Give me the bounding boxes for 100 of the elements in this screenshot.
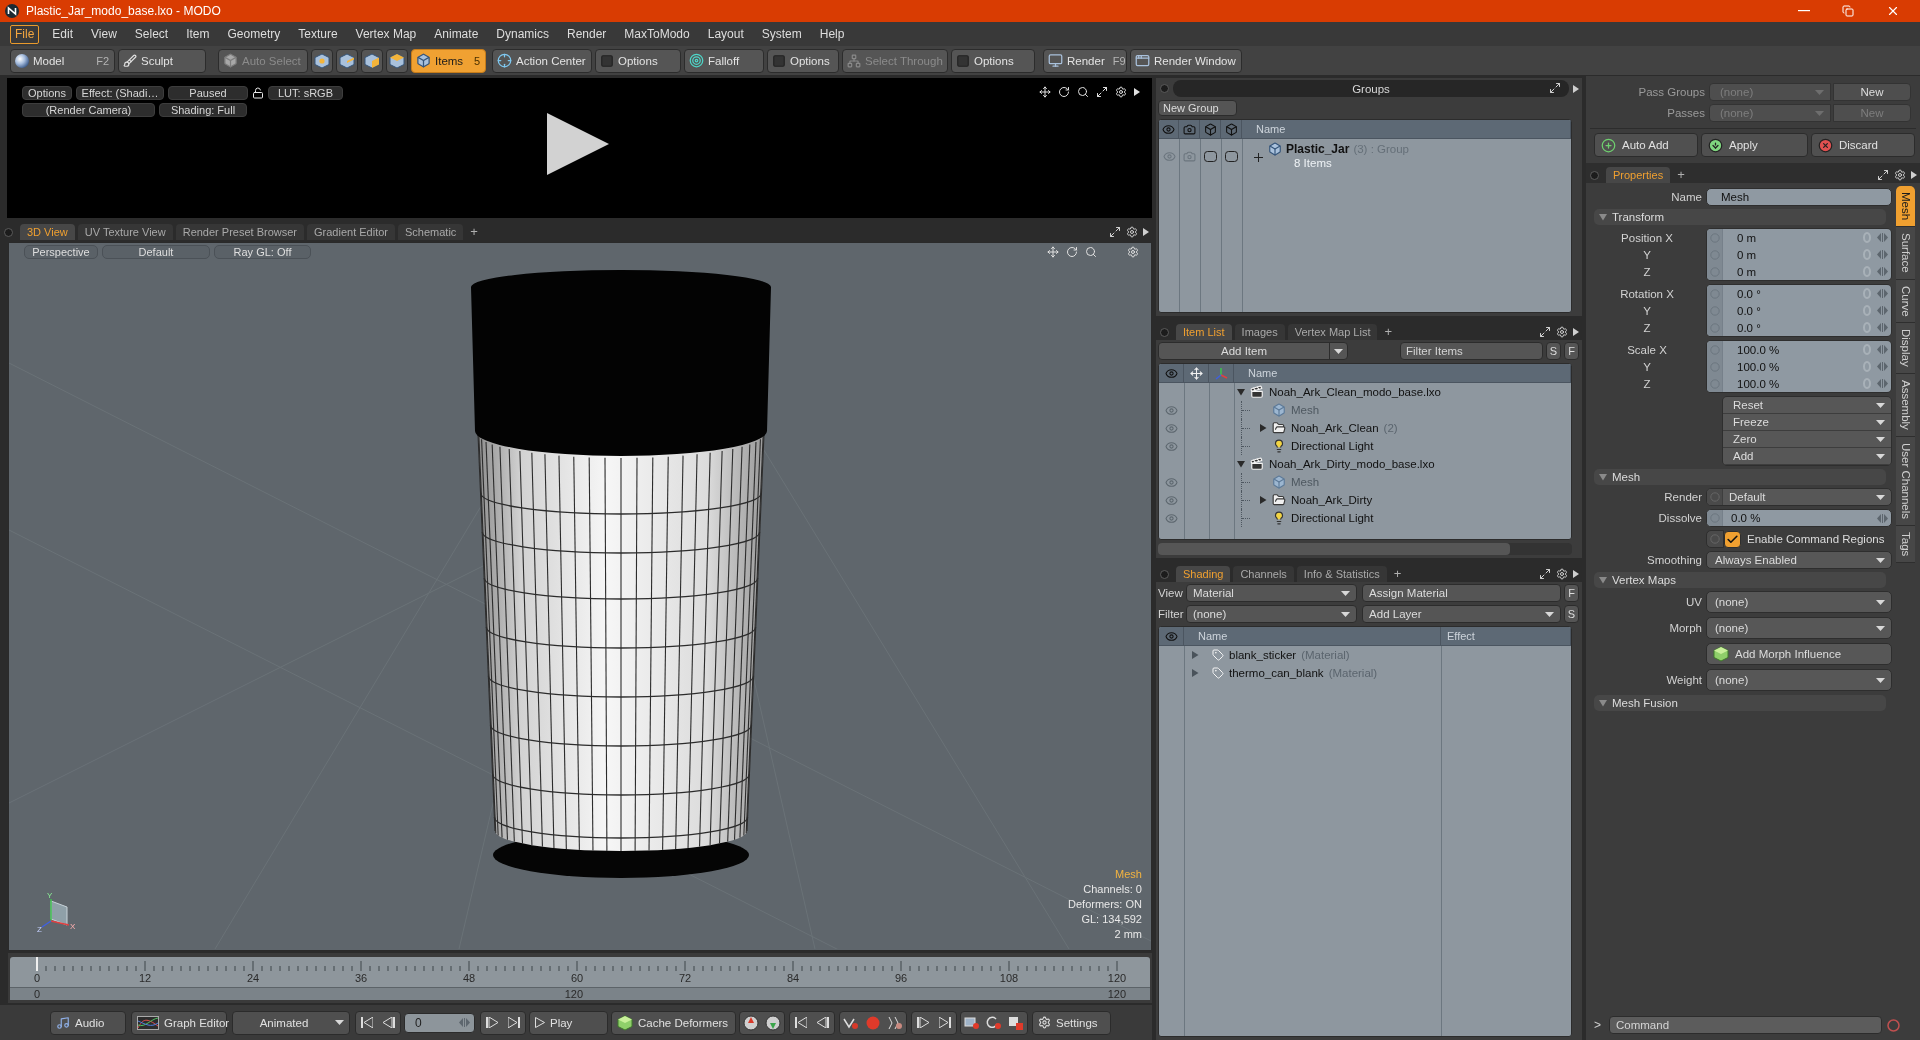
panel-tab[interactable]: Properties: [1606, 167, 1671, 183]
dropdown-field[interactable]: (none): [1706, 591, 1892, 613]
caret-down-icon[interactable]: [1599, 473, 1607, 481]
side-tab[interactable]: Surface: [1896, 227, 1915, 280]
panel-tab[interactable]: Item List: [1176, 324, 1232, 340]
toolbar-button[interactable]: Falloff: [684, 48, 764, 73]
side-tab[interactable]: Assembly: [1896, 374, 1915, 438]
viewport-option-button[interactable]: Default: [102, 245, 210, 259]
item-label[interactable]: Directional Light: [1291, 440, 1374, 452]
panel-menu-icon[interactable]: [1160, 569, 1169, 579]
settings-button[interactable]: Settings: [1032, 1010, 1111, 1035]
toolbar-button[interactable]: Options: [951, 48, 1035, 73]
menu-item[interactable]: Select: [129, 24, 174, 44]
menu-dropdown[interactable]: Reset: [1723, 397, 1891, 414]
panel-tab[interactable]: Render Preset Browser: [175, 224, 304, 240]
panel-menu-icon[interactable]: [1160, 84, 1169, 93]
add-layer-dropdown[interactable]: Add Layer: [1362, 605, 1562, 623]
restore-button[interactable]: [1842, 4, 1854, 18]
new-group-button[interactable]: New Group: [1158, 100, 1237, 116]
section-header[interactable]: Mesh: [1594, 469, 1886, 485]
preview-button[interactable]: Paused: [168, 86, 248, 100]
toolbar-button[interactable]: Model F2: [10, 48, 115, 73]
panel-tab[interactable]: Vertex Map List: [1287, 324, 1378, 340]
preview-button[interactable]: (Render Camera): [22, 103, 155, 117]
number-field[interactable]: 0.0 %: [1706, 509, 1892, 527]
maximize-icon[interactable]: [1109, 226, 1121, 238]
number-field[interactable]: 0 m: [1707, 229, 1891, 246]
panel-tab[interactable]: Gradient Editor: [307, 224, 395, 240]
triangle-right-icon[interactable]: [1573, 570, 1579, 578]
close-button[interactable]: [1886, 4, 1900, 18]
preview-button[interactable]: Shading: Full: [159, 103, 247, 117]
mode-dropdown[interactable]: Animated: [232, 1010, 350, 1035]
preview-button[interactable]: Options: [22, 86, 72, 100]
option-button[interactable]: S: [1564, 605, 1579, 623]
range-bar[interactable]: 0 120 120: [10, 987, 1150, 1000]
add-morph-button[interactable]: Add Morph Influence: [1706, 643, 1892, 665]
menu-item[interactable]: Dynamics: [491, 24, 554, 44]
item-row[interactable]: Directional Light: [1159, 509, 1571, 527]
checkbox[interactable]: [1724, 530, 1741, 548]
menu-item[interactable]: Geometry: [222, 24, 286, 44]
settings-icon[interactable]: [1126, 226, 1138, 238]
left-right-arrows-icon[interactable]: [1877, 323, 1888, 332]
menu-item[interactable]: Help: [814, 24, 850, 44]
command-field[interactable]: Command: [1609, 1016, 1882, 1034]
toggle-icon[interactable]: [1225, 150, 1238, 162]
left-right-arrows-icon[interactable]: [1877, 379, 1888, 388]
caret-down-icon[interactable]: [1237, 388, 1245, 396]
side-tab[interactable]: Curve: [1896, 279, 1915, 324]
dropdown-field[interactable]: (none): [1706, 617, 1892, 639]
menu-item[interactable]: Texture: [293, 24, 343, 44]
dropdown-field[interactable]: (none): [1706, 669, 1892, 691]
settings-icon[interactable]: [1894, 169, 1906, 181]
toolbar-button[interactable]: Render Window: [1130, 48, 1242, 73]
view-dropdown[interactable]: Material: [1186, 584, 1358, 602]
caret-right-icon[interactable]: [1259, 496, 1267, 504]
triangle-right-icon[interactable]: [1573, 328, 1579, 336]
settings-icon[interactable]: [1556, 568, 1568, 580]
left-right-arrows-icon[interactable]: [1877, 345, 1888, 354]
add-tab-button[interactable]: +: [1380, 324, 1397, 340]
panel-menu-icon[interactable]: [4, 227, 13, 237]
eye-icon[interactable]: [1164, 366, 1178, 380]
section-header[interactable]: Mesh Fusion: [1594, 695, 1886, 711]
number-field[interactable]: 100.0 %: [1707, 358, 1891, 375]
cube-icon[interactable]: [1203, 122, 1217, 136]
assign-material-button[interactable]: Assign Material: [1362, 584, 1562, 602]
eye-icon[interactable]: [1165, 493, 1178, 507]
maximize-icon[interactable]: [1096, 86, 1108, 98]
viewport-option-button[interactable]: Perspective: [24, 245, 98, 259]
menu-item[interactable]: Item: [181, 24, 215, 44]
eye-icon[interactable]: [1164, 629, 1178, 643]
left-right-arrows-icon[interactable]: [1877, 267, 1888, 276]
item-row[interactable]: Directional Light: [1159, 437, 1571, 455]
menu-item[interactable]: MaxToModo: [619, 24, 695, 44]
name-field[interactable]: Mesh: [1706, 188, 1892, 206]
caret-down-icon[interactable]: [1599, 576, 1607, 584]
menu-item[interactable]: Layout: [702, 24, 749, 44]
menu-item[interactable]: System: [756, 24, 807, 44]
graph-editor-button[interactable]: Graph Editor: [131, 1010, 227, 1035]
triangle-right-icon[interactable]: [1911, 171, 1917, 179]
menu-item[interactable]: Vertex Map: [350, 24, 422, 44]
number-field[interactable]: 0.0 °: [1707, 319, 1891, 336]
panel-tab[interactable]: UV Texture View: [77, 224, 173, 240]
left-right-arrows-icon[interactable]: [459, 1018, 470, 1027]
item-label[interactable]: Directional Light: [1291, 512, 1374, 524]
menu-item[interactable]: View: [86, 24, 122, 44]
number-field[interactable]: 0 m: [1707, 246, 1891, 263]
add-tab-button[interactable]: +: [466, 224, 482, 240]
selection-mode-button[interactable]: [336, 48, 358, 73]
cube-icon[interactable]: [1224, 122, 1238, 136]
number-field[interactable]: 0 m: [1707, 263, 1891, 280]
left-right-arrows-icon[interactable]: [1877, 250, 1888, 259]
panel-tab[interactable]: Schematic: [398, 224, 464, 240]
caret-right-icon[interactable]: [1259, 424, 1267, 432]
selection-mode-button[interactable]: [311, 48, 333, 73]
triangle-right-icon[interactable]: [1134, 88, 1140, 96]
camera-icon[interactable]: [1182, 122, 1196, 136]
filter-option-button[interactable]: S: [1546, 342, 1561, 360]
eye-icon[interactable]: [1165, 439, 1178, 453]
circle-icon[interactable]: [1887, 1018, 1900, 1032]
side-tab[interactable]: Mesh: [1896, 186, 1915, 228]
